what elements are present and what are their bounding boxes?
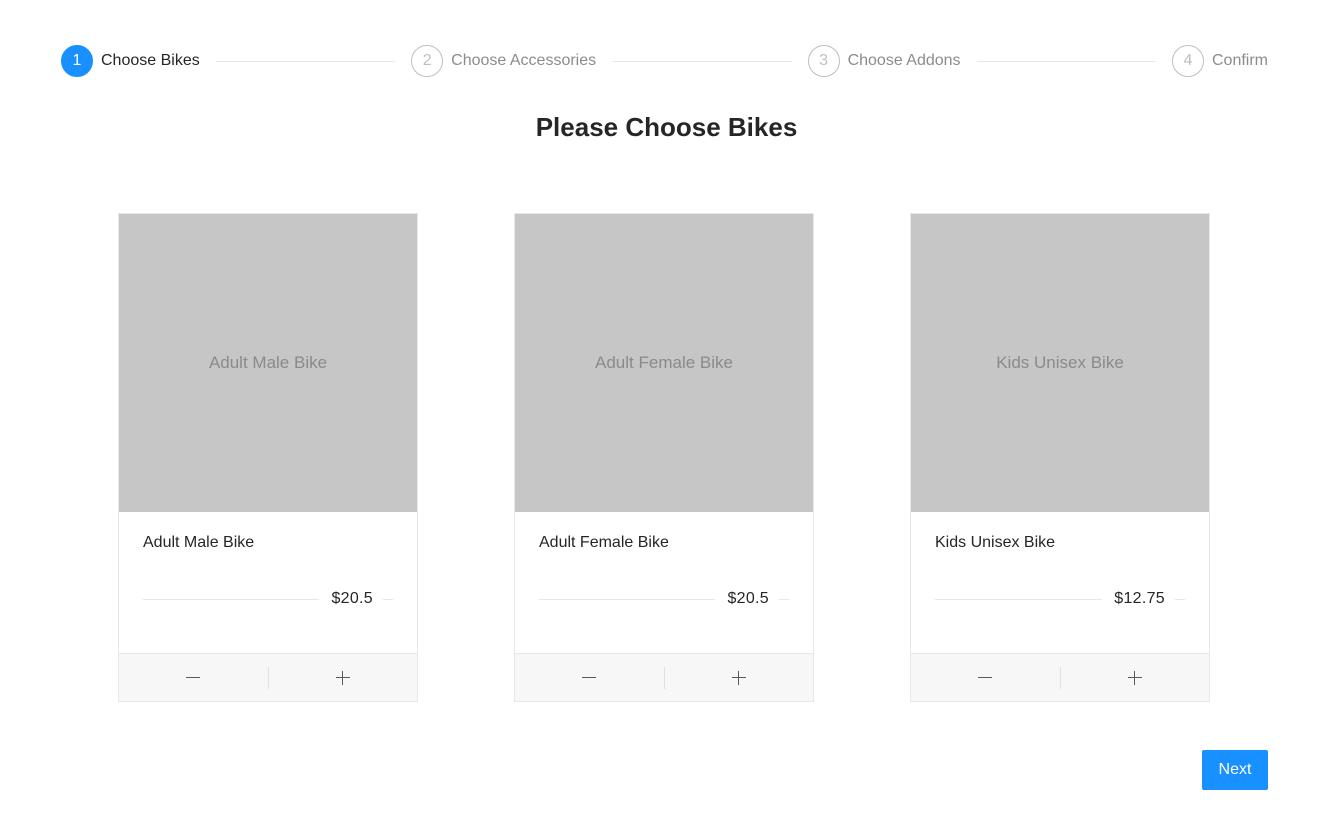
- price-row: $20.5: [143, 590, 393, 608]
- plus-icon: [1127, 670, 1142, 685]
- step-confirm: 4 Confirm: [1171, 45, 1268, 77]
- increase-quantity-button[interactable]: [665, 654, 814, 702]
- product-price: $20.5: [727, 590, 769, 607]
- decrease-quantity-button[interactable]: [515, 654, 664, 702]
- next-button[interactable]: Next: [1202, 750, 1268, 790]
- minus-icon: [582, 677, 597, 678]
- step-number-1: 1: [61, 45, 93, 77]
- card-actions: [515, 653, 813, 701]
- step-title: Choose Bikes: [101, 52, 200, 69]
- card-body: Adult Female Bike $20.5: [515, 512, 813, 653]
- price-row: $20.5: [539, 590, 789, 608]
- minus-icon: [186, 677, 201, 678]
- step-title: Choose Addons: [847, 52, 961, 69]
- product-image-placeholder: Adult Female Bike: [515, 214, 813, 512]
- step-title: Confirm: [1211, 52, 1268, 69]
- step-number-4: 4: [1171, 45, 1204, 77]
- step-number-2: 2: [411, 45, 444, 77]
- divider: [779, 598, 789, 600]
- step-connector: [215, 60, 396, 62]
- step-choose-addons: 3 Choose Addons: [807, 45, 961, 77]
- product-name: Adult Female Bike: [539, 534, 669, 551]
- product-price: $20.5: [331, 590, 373, 607]
- plus-icon: [335, 670, 350, 685]
- step-choose-accessories: 2 Choose Accessories: [411, 45, 596, 77]
- product-name: Kids Unisex Bike: [935, 534, 1056, 551]
- product-card-adult-female-bike: Adult Female Bike Adult Female Bike $20.…: [514, 213, 814, 702]
- price-row: $12.75: [935, 590, 1185, 608]
- decrease-quantity-button[interactable]: [911, 654, 1060, 702]
- decrease-quantity-button[interactable]: [119, 654, 268, 702]
- divider: [143, 598, 320, 600]
- step-connector: [612, 60, 792, 62]
- divider: [383, 598, 393, 600]
- step-choose-bikes: 1 Choose Bikes: [61, 45, 200, 77]
- product-card-adult-male-bike: Adult Male Bike Adult Male Bike $20.5: [118, 213, 418, 702]
- step-number-3: 3: [807, 45, 840, 77]
- step-title: Choose Accessories: [451, 52, 597, 69]
- product-price: $12.75: [1114, 590, 1165, 607]
- plus-icon: [731, 670, 746, 685]
- increase-quantity-button[interactable]: [269, 654, 418, 702]
- steps-progress: 1 Choose Bikes 2 Choose Accessories 3 Ch…: [61, 45, 1268, 77]
- minus-icon: [978, 677, 993, 678]
- product-image-placeholder: Adult Male Bike: [119, 214, 417, 512]
- page-title: Please Choose Bikes: [535, 112, 798, 142]
- product-name: Adult Male Bike: [143, 534, 255, 551]
- product-card-kids-unisex-bike: Kids Unisex Bike Kids Unisex Bike $12.75: [910, 213, 1210, 702]
- divider: [539, 598, 716, 600]
- product-image-placeholder: Kids Unisex Bike: [911, 214, 1209, 512]
- divider: [935, 598, 1103, 600]
- card-body: Adult Male Bike $20.5: [119, 512, 417, 653]
- card-actions: [911, 653, 1209, 701]
- card-actions: [119, 653, 417, 701]
- card-body: Kids Unisex Bike $12.75: [911, 512, 1209, 653]
- step-connector: [976, 60, 1156, 62]
- divider: [1175, 598, 1185, 600]
- increase-quantity-button[interactable]: [1061, 654, 1210, 702]
